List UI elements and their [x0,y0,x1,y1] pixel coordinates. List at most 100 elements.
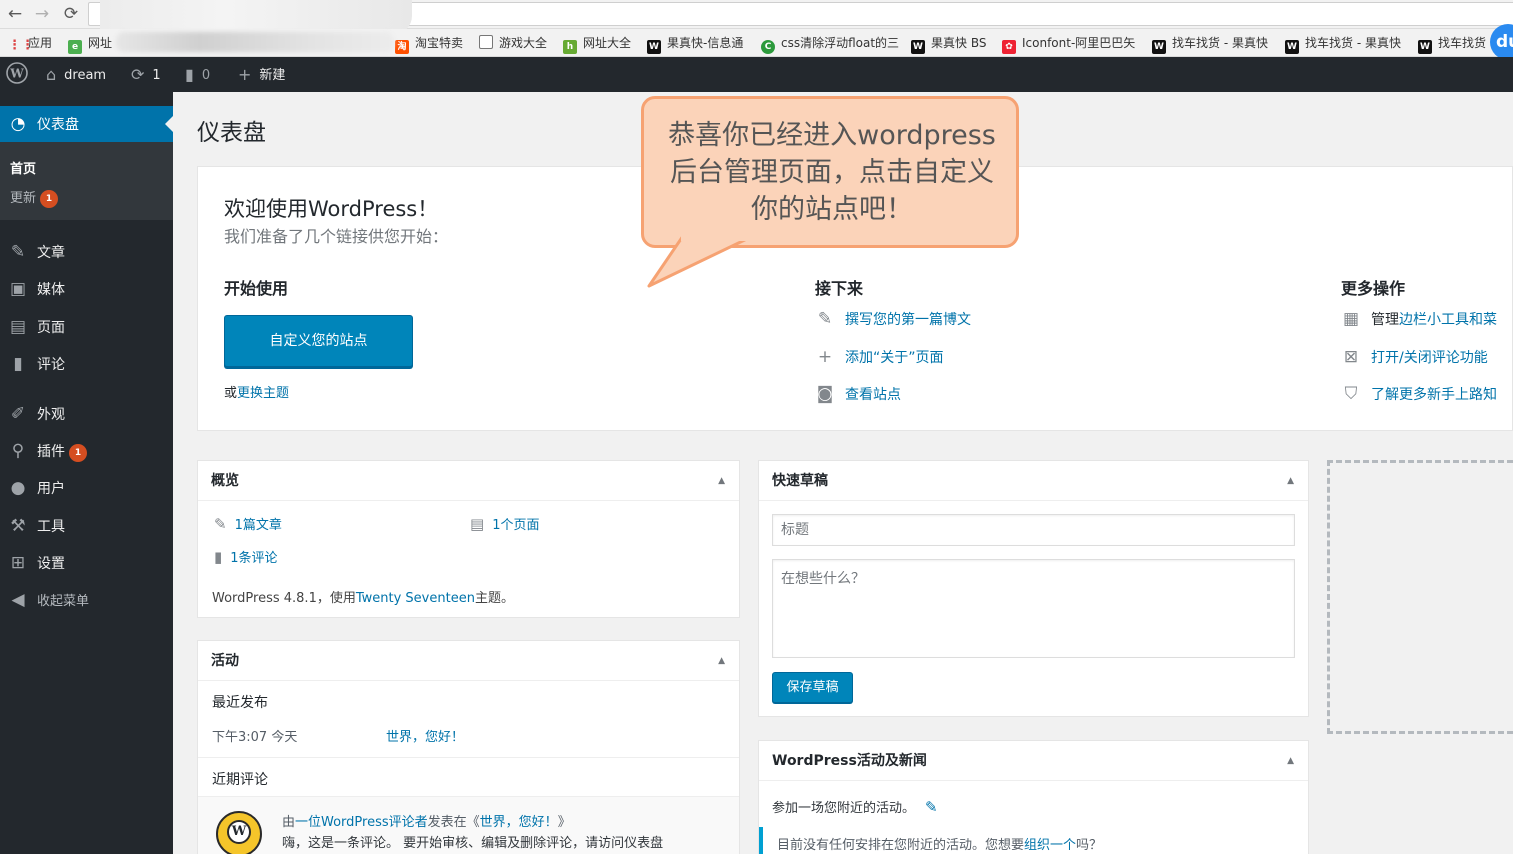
comment-icon: ▮ [13,354,23,374]
page-title: 仪表盘 [197,120,266,146]
organize-event-link[interactable]: 组织一个 [1024,838,1076,853]
menu-media[interactable]: ▣ 媒体 [0,272,173,306]
menu-comments[interactable]: ▮ 评论 [0,347,173,381]
ws-icon: W [911,40,925,54]
learn-more-link[interactable]: ⛉ 了解更多新手上路知 [1341,384,1497,404]
admin-sidebar: ◔ 仪表盘 首页 更新 1 ✎ 文章 ▣ 媒体 ▤ 页面 ▮ 评论 ✐ 外观 ⚲ 插件 1 ● 用户… [0,92,174,854]
submenu-updates[interactable]: 更新 1 [10,187,59,208]
postbox-header: 快速草稿 ▲ [759,461,1308,501]
media-icon: ▣ [9,279,27,299]
bookmark-item[interactable]: 游戏大全 [479,35,547,51]
wordpress-logo-icon[interactable]: W [6,57,28,92]
view-site-link[interactable]: ◙ 查看站点 [815,384,901,404]
submenu-home[interactable]: 首页 [10,158,36,177]
attend-event-text: 参加一场您附近的活动。 ✎ [772,798,938,816]
learn-more-icon: ⛉ [1344,384,1358,404]
bookmark-item[interactable]: W 找车找货 - 果真快 [1152,35,1268,54]
reload-icon[interactable]: ⟳ [61,4,81,24]
home-icon: ⌂ [46,65,57,84]
browser-toolbar: ← → ⟳ [0,0,1513,34]
comment-item: W 由一位WordPress评论者发表在《世界，您好！》 嗨，这是一条评论。 要… [198,796,739,854]
bookmark-item[interactable]: 淘淘宝特卖 [395,35,463,54]
collapse-icon: ◀ [11,590,25,610]
menu-appearance[interactable]: ✐ 外观 [0,397,173,431]
plus-icon: + [238,65,252,84]
current-arrow [165,115,174,133]
menu-plugins[interactable]: ⚲ 插件 1 [0,434,173,468]
menu-settings[interactable]: ⊞ 设置 [0,546,173,580]
save-draft-button[interactable]: 保存草稿 [772,672,853,703]
menu-collapse[interactable]: ◀ 收起菜单 [0,583,173,617]
c-green-icon: C [761,40,775,54]
taobao-icon: 淘 [395,40,409,54]
collapse-toggle-icon[interactable]: ▲ [1287,741,1294,781]
page-icon: ▤ [470,515,485,533]
bookmark-item[interactable]: h 网址大全 [563,35,631,54]
callout-text: 恭喜你已经进入wordpress后台管理页面，点击自定义你的站点吧！ [668,120,996,225]
postbox-header: 活动 ▲ [198,641,739,681]
toggle-comments-link[interactable]: ⊠ 打开/关闭评论功能 [1341,347,1488,367]
updates-link[interactable]: ⟳ 1 [131,57,161,92]
recent-published-heading: 最近发布 [212,695,268,711]
draft-title-input[interactable]: 标题 [772,514,1295,546]
no-events-notice: 目前没有任何安排在您附近的活动。您想要组织一个吗？ [759,827,1308,854]
pin-icon: ✎ [10,242,26,262]
comment-text: 嗨，这是一条评论。 要开始审核、编辑及删除评论，请访问仪表盘 [282,836,664,851]
back-icon[interactable]: ← [5,4,25,24]
apps-grid-icon: ⋮⋮ [8,38,34,53]
get-started-heading: 开始使用 [224,279,289,298]
pin-icon: ✎ [214,515,227,533]
bookmark-item[interactable]: W 找车找货 [1418,35,1486,54]
bookmark-item[interactable]: W 找车找货 - 果真快 [1285,35,1401,54]
change-theme-link[interactable]: 更换主题 [237,386,289,401]
widgets-icon: ▦ [1342,309,1360,329]
add-about-page-link[interactable]: + 添加“关于”页面 [815,347,944,367]
post-time: 下午3:07 今天 [212,730,298,745]
comment-icon: ▮ [185,65,194,84]
draft-content-textarea[interactable]: 在想些什么？ [772,559,1295,658]
menu-users[interactable]: ● 用户 [0,471,173,505]
menu-tools[interactable]: ⚒ 工具 [0,509,173,543]
bookmark-apps[interactable]: ⋮⋮应用 [8,35,52,53]
commenter-link[interactable]: 一位WordPress评论者 [295,815,428,830]
write-post-link[interactable]: ✎ 撰写您的第一篇博文 [815,309,971,329]
menu-posts[interactable]: ✎ 文章 [0,235,173,269]
recent-post-link[interactable]: 世界，您好！ [386,726,464,745]
forward-icon[interactable]: → [32,4,52,24]
theme-link[interactable]: Twenty Seventeen [356,591,475,606]
empty-drop-zone [1327,460,1513,734]
view-site-icon: ◙ [816,384,834,404]
comments-link[interactable]: ▮ 0 [185,57,210,92]
edit-pencil-icon[interactable]: ✎ [925,798,938,816]
posts-count-link[interactable]: ✎ 1篇文章 [214,514,282,533]
ws-icon: W [1152,40,1166,54]
manage-widgets-link[interactable]: ▦ 管理边栏小工具和菜 [1341,309,1497,329]
plus-icon: + [817,347,833,367]
updates-badge: 1 [40,190,59,208]
collapse-toggle-icon[interactable]: ▲ [1287,461,1294,501]
bookmark-item[interactable]: e 网址 [68,35,112,54]
at-a-glance-box: 概览 ▲ ✎ 1篇文章 ▤ 1个页面 ▮ 1条评论 WordPress 4.8.1，使… [197,460,740,618]
comments-count-link[interactable]: ▮ 1条评论 [214,547,278,566]
collapse-toggle-icon[interactable]: ▲ [718,461,725,501]
new-content-link[interactable]: + 新建 [238,57,285,92]
pages-count-link[interactable]: ▤ 1个页面 [470,514,539,533]
dashboard-icon: ◔ [10,114,26,134]
welcome-about: 我们准备了几个链接供您开始： [224,227,449,246]
comment-post-link[interactable]: 世界，您好！ [480,815,558,830]
menu-dashboard[interactable]: ◔ 仪表盘 [0,106,174,142]
activity-box: 活动 ▲ 最近发布 下午3:07 今天 世界，您好！ 近期评论 W 由一位Wor… [197,640,740,854]
bookmark-item[interactable]: Ccss清除浮动float的三 [761,35,899,54]
events-news-box: WordPress活动及新闻 ▲ 参加一场您附近的活动。 ✎ 目前没有任何安排在您… [758,740,1309,854]
bookmark-item[interactable]: W 果真快-信息通 [647,35,743,54]
bookmark-item[interactable]: W 果真快 BS [911,35,986,54]
bookmarks-blur [116,32,394,52]
collapse-toggle-icon[interactable]: ▲ [718,641,725,681]
site-name-link[interactable]: ⌂ dream [46,57,106,92]
customize-site-button[interactable]: 自定义您的站点 [224,315,413,367]
next-steps-heading: 接下来 [815,279,864,298]
postbox-header: 概览 ▲ [198,461,739,501]
plugins-badge: 1 [69,444,87,462]
menu-pages[interactable]: ▤ 页面 [0,310,173,344]
bookmark-item[interactable]: ✿ Iconfont-阿里巴巴矢 [1002,35,1135,54]
